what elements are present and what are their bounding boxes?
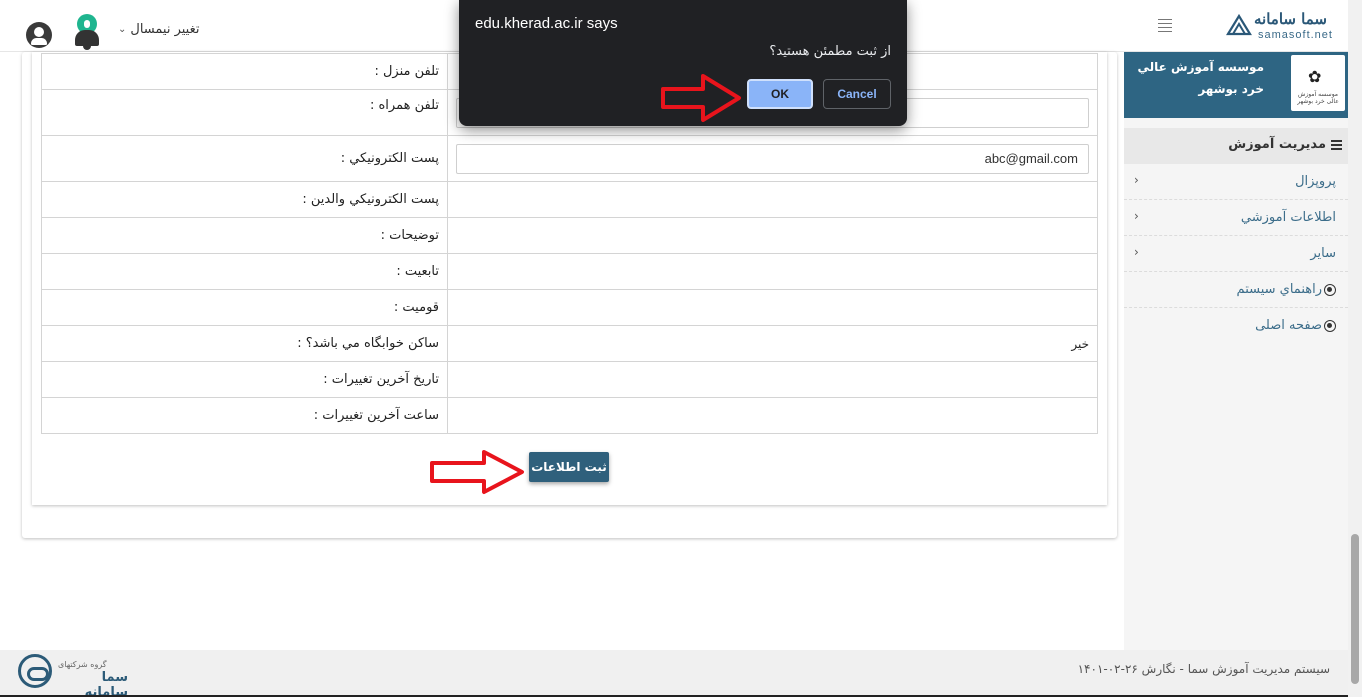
book-icon: ✿ xyxy=(1308,67,1322,86)
dialog-message: از ثبت مطمئن هستيد؟ xyxy=(769,44,891,59)
annotation-arrow-icon xyxy=(661,74,741,122)
footer-logo-caption: گروه شرکتهای xyxy=(58,660,107,669)
field-label: تابعيت : xyxy=(41,253,448,290)
field-label: پست الكترونيكي : xyxy=(41,135,448,182)
table-row: پست الكترونيكي : xyxy=(41,135,1098,182)
radio-dot-icon xyxy=(1324,284,1336,296)
sidebar-item-label: پروپزال xyxy=(1295,174,1336,189)
field-value-cell xyxy=(447,135,1098,182)
submit-button[interactable]: ثبت اطلاعات xyxy=(529,452,609,482)
field-value xyxy=(447,289,1098,326)
chevron-icon: › xyxy=(1134,209,1139,223)
sidebar-item-label: ساير xyxy=(1310,246,1336,261)
sidebar-item-label: صفحه اصلی xyxy=(1255,318,1322,333)
table-row: تابعيت : xyxy=(41,253,1098,290)
menu-title-label: مديريت آموزش xyxy=(1228,137,1326,152)
brand-url: samasoft.net xyxy=(1258,29,1333,41)
notification-bell-icon[interactable] xyxy=(74,14,100,50)
ok-button[interactable]: OK xyxy=(747,79,813,109)
footer-logo-name: سما سامانه xyxy=(84,670,128,697)
field-label: قوميت : xyxy=(41,289,448,326)
chevron-down-icon: ⌄ xyxy=(118,24,127,35)
brand-name: سما سامانه xyxy=(1254,10,1327,28)
table-row: تاريخ آخرين تغييرات : xyxy=(41,361,1098,398)
sidebar-item-education-info[interactable]: اطلاعات آموزشي › xyxy=(1124,200,1348,236)
table-row: توضيحات : xyxy=(41,217,1098,254)
sidebar-item-system-guide[interactable]: راهنماي سيستم xyxy=(1124,272,1348,308)
organization-logo: ✿ موسسه آموزش عالی خرد بوشهر xyxy=(1291,55,1345,111)
semester-label: تغيير نيمسال xyxy=(130,22,200,37)
field-label: پست الكترونيكي والدين : xyxy=(41,181,448,218)
dorm-resident-value: خير xyxy=(447,325,1098,362)
chevron-icon: › xyxy=(1134,173,1139,187)
table-row: پست الكترونيكي والدين : xyxy=(41,181,1098,218)
brand-mark-icon xyxy=(1226,13,1252,36)
field-label: توضيحات : xyxy=(41,217,448,254)
field-label: تاريخ آخرين تغييرات : xyxy=(41,361,448,398)
radio-dot-icon xyxy=(1324,320,1336,332)
annotation-arrow-icon xyxy=(430,450,524,494)
sidebar-item-proposal[interactable]: پروپزال › xyxy=(1124,164,1348,200)
list-icon xyxy=(1331,140,1342,150)
organization-card: موسسه آموزش عالي خرد بوشهر ✿ موسسه آموزش… xyxy=(1124,52,1348,118)
sidebar: موسسه آموزش عالي خرد بوشهر ✿ موسسه آموزش… xyxy=(1124,52,1348,650)
sidebar-item-label: راهنماي سيستم xyxy=(1236,282,1322,297)
footer-version-text: سيستم مديريت آموزش سما - نگارش ۲۶-۰۲-۱۴۰… xyxy=(1077,662,1330,676)
semester-switcher[interactable]: تغيير نيمسال ⌄ xyxy=(118,22,200,37)
sidebar-item-label: اطلاعات آموزشي xyxy=(1240,210,1336,225)
dialog-title: edu.kherad.ac.ir says xyxy=(475,15,618,32)
sidebar-item-other[interactable]: ساير › xyxy=(1124,236,1348,272)
table-row: ساكن خوابگاه مي باشد؟ : خير xyxy=(41,325,1098,362)
field-label: ساكن خوابگاه مي باشد؟ : xyxy=(41,325,448,362)
brand-logo[interactable]: سما سامانه samasoft.net xyxy=(1226,10,1334,46)
cancel-button[interactable]: Cancel xyxy=(823,79,891,109)
field-value xyxy=(447,253,1098,290)
table-row: قوميت : xyxy=(41,289,1098,326)
field-label: تلفن منزل : xyxy=(41,53,448,90)
infinity-logo-icon xyxy=(18,654,52,688)
footer-logo: گروه شرکتهای سما سامانه xyxy=(18,654,128,697)
chevron-icon: › xyxy=(1134,245,1139,259)
organization-logo-text: موسسه آموزش عالی خرد بوشهر xyxy=(1297,91,1339,105)
field-label: ساعت آخرين تغييرات : xyxy=(41,397,448,434)
organization-name: موسسه آموزش عالي خرد بوشهر xyxy=(1137,60,1264,96)
page-scrollbar[interactable] xyxy=(1348,0,1362,697)
field-label: تلفن همراه : xyxy=(41,89,448,136)
field-value xyxy=(447,217,1098,254)
field-value xyxy=(447,397,1098,434)
sidebar-item-home[interactable]: صفحه اصلی xyxy=(1124,308,1348,344)
menu-section-title: مديريت آموزش xyxy=(1124,128,1348,164)
footer: گروه شرکتهای سما سامانه سيستم مديريت آمو… xyxy=(0,650,1348,697)
field-value xyxy=(447,181,1098,218)
user-account-icon[interactable] xyxy=(26,22,52,48)
email-input[interactable] xyxy=(456,143,1089,174)
hamburger-menu-icon[interactable] xyxy=(1158,19,1172,32)
scrollbar-thumb[interactable] xyxy=(1351,534,1359,684)
field-value xyxy=(447,361,1098,398)
table-row: ساعت آخرين تغييرات : xyxy=(41,397,1098,434)
